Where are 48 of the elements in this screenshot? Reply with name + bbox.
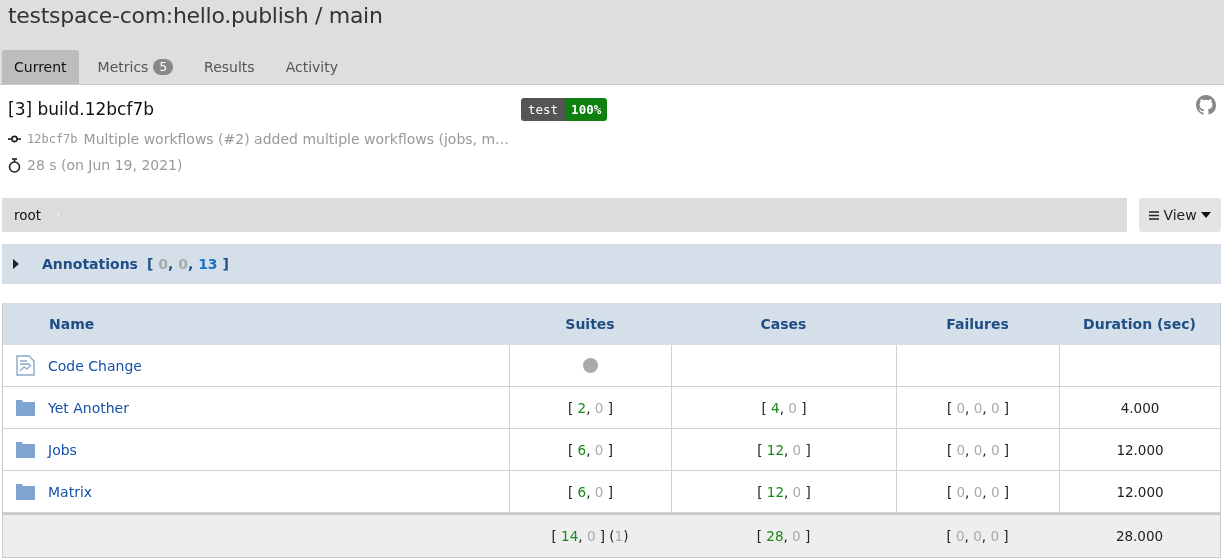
- commit-message: Multiple workflows (#2) added multiple workflows (jobs, m…: [83, 131, 510, 147]
- duration-value: 4.000: [1120, 399, 1160, 416]
- stopwatch-icon: [8, 157, 21, 173]
- document-chart-icon: [16, 355, 35, 376]
- row-name[interactable]: Yet Another: [48, 399, 129, 416]
- row-name[interactable]: Jobs: [48, 441, 77, 458]
- suite-counts: [ 2, 0 ]: [568, 399, 613, 416]
- column-header[interactable]: Suites: [509, 303, 671, 345]
- case-counts: [ 4, 0 ]: [761, 399, 807, 416]
- column-header[interactable]: Name: [3, 303, 509, 345]
- duration-total: 28.000: [1115, 528, 1164, 544]
- suite-counts: [ 6, 0 ]: [568, 483, 613, 500]
- tab[interactable]: Activity: [273, 50, 350, 84]
- annotation-counts: [ 0, 0, 13 ]: [146, 256, 229, 272]
- suite-totals: [ 14, 0 ] (1): [551, 528, 629, 544]
- folder-icon: [16, 483, 35, 500]
- duration-value: 12.000: [1116, 483, 1164, 500]
- annotations-label: Annotations: [42, 256, 138, 272]
- failure-totals: [ 0, 0, 0 ]: [946, 528, 1009, 544]
- duration-value: 12.000: [1116, 441, 1164, 458]
- row-name[interactable]: Matrix: [48, 483, 93, 500]
- page-title: testspace-com:hello.publish / main: [7, 2, 384, 28]
- column-header[interactable]: Duration (sec): [1059, 303, 1220, 345]
- tab[interactable]: Metrics 5: [85, 50, 186, 84]
- folder-icon: [16, 399, 35, 416]
- cat-logo-icon[interactable]: [1196, 95, 1216, 115]
- tab[interactable]: Results: [192, 50, 267, 84]
- failure-counts: [ 0, 0, 0 ]: [946, 483, 1010, 500]
- column-header[interactable]: Cases: [671, 303, 896, 345]
- row-name[interactable]: Code Change: [48, 357, 142, 374]
- menu-icon: [1149, 210, 1160, 220]
- case-counts: [ 12, 0 ]: [757, 483, 811, 500]
- build-title: [3] build.12bcf7b: [8, 99, 156, 119]
- failure-counts: [ 0, 0, 0 ]: [946, 399, 1010, 416]
- commit-hash: 12bcf7b: [27, 132, 78, 146]
- suite-counts: [ 6, 0 ]: [568, 441, 613, 458]
- build-duration: 28 s (on Jun 19, 2021): [27, 157, 183, 173]
- column-header[interactable]: Failures: [896, 303, 1059, 345]
- view-button[interactable]: View: [1139, 198, 1221, 232]
- case-counts: [ 12, 0 ]: [757, 441, 811, 458]
- annotations-bar[interactable]: Annotations [ 0, 0, 13 ]: [2, 244, 1221, 284]
- count-badge: 5: [153, 59, 174, 75]
- case-totals: [ 28, 0 ]: [756, 528, 811, 544]
- failure-counts: [ 0, 0, 0 ]: [946, 441, 1010, 458]
- caret-icon: [1200, 212, 1211, 218]
- tab[interactable]: Current: [2, 50, 79, 84]
- commit-icon: [8, 135, 21, 143]
- folder-icon: [16, 441, 35, 458]
